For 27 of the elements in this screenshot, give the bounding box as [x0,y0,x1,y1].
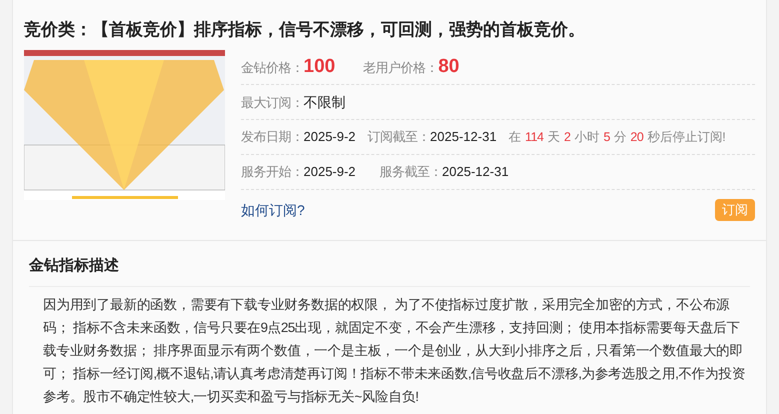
countdown-value: 2 [564,128,570,146]
countdown-value: 114 [525,128,544,146]
field-value: 2025-12-31 [442,163,509,182]
countdown-label: 在 [508,128,522,146]
description-text: 因为用到了最新的函数，需要有下载专业财务数据的权限， 为了不使指标过度扩散，采用完全加密的方式，不公布源码； 指标不含未来函数，信号只要在9点25出现，就固定不变，不会产生漂移，支持回测； 使用本指标需要每天盘后下载专业财务数据； 排序界面显示有两个数值，一个是主板，一个是创业，从大到小排序之后，只看第一个数值最大的即可； 指标一经订阅,概不退钻,请认真考虑清楚再订阅！指标不带未来函数,信号收盘后不漂移,为参考选股之用,不作为投资参考。股市不确定性较大,一切买卖和盈亏与指标无关~风险自负! [42,296,746,406]
field-label: 老用户价格： [363,58,438,77]
product-title: 竞价类：【首板竞价】排序指标，信号不漂移，可回测，强势的首板竞价。 [24,19,586,41]
field-value: 80 [438,54,460,79]
how-to-subscribe-link[interactable]: 如何订阅? [241,200,305,220]
section-heading: 金钻指标描述 [29,255,750,286]
countdown-label: 天 [547,128,560,146]
countdown-value: 20 [630,128,644,146]
field-label: 最大订阅： [241,94,304,112]
field-label: 金钻价格： [241,58,304,77]
field-value: 2025-9-2 [304,163,356,182]
field-label: 服务开始： [241,163,304,182]
field-label: 订阅截至： [368,128,430,146]
field-value: 2025-12-31 [430,128,497,146]
countdown-value: 5 [603,128,610,146]
field-label: 发布日期： [241,128,304,146]
countdown-label: 小时 [574,128,600,146]
countdown-label: 分 [614,128,626,146]
field-value: 100 [304,54,336,79]
countdown-label: 秒后停止订阅! [647,128,726,146]
field-value: 不限制 [304,92,346,112]
field-label: 服务截至： [380,163,442,182]
field-value: 2025-9-2 [304,128,356,146]
